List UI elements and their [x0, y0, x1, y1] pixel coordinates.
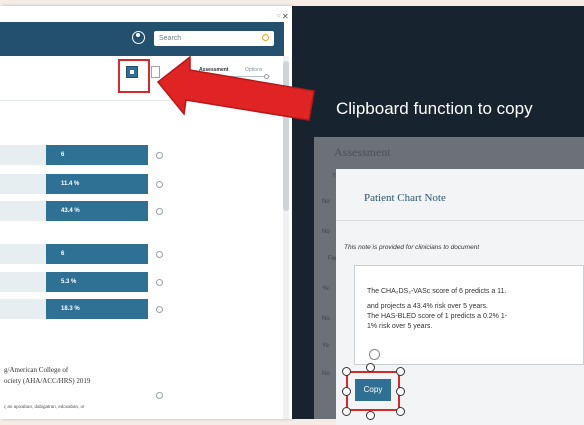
document-icon[interactable]	[151, 66, 160, 78]
note-line: The HAS-BLED score of 1 predicts a 0.2% …	[367, 313, 508, 320]
modal-title: Patient Chart Note	[364, 192, 446, 204]
headline: Clipboard function to copy	[336, 99, 533, 118]
tab-step-dot[interactable]	[196, 74, 201, 79]
selection-handle[interactable]	[396, 367, 405, 376]
info-icon[interactable]	[156, 181, 163, 188]
guideline-line: ociety (AHA/ACC/HRS) 2019	[4, 377, 91, 385]
note-textarea[interactable]: The CHA₂DS₂-VASc score of 6 predicts a 1…	[354, 265, 584, 365]
info-icon[interactable]	[156, 208, 163, 215]
search-placeholder: Search	[159, 35, 182, 42]
score-value: 18.3 %	[46, 299, 148, 319]
selection-handle[interactable]	[396, 387, 405, 396]
modal-intro: This note is provided for clinicians to …	[344, 244, 480, 251]
copy-highlight-box	[346, 371, 400, 411]
search-icon[interactable]	[262, 34, 269, 41]
selection-handle[interactable]	[396, 407, 405, 416]
score-value: 11.4 %	[46, 174, 148, 194]
tab-step-dot[interactable]	[264, 74, 269, 79]
tab-options[interactable]: Options	[245, 67, 262, 73]
app-header: Search	[0, 22, 284, 56]
info-icon[interactable]	[156, 392, 163, 399]
info-icon[interactable]	[156, 251, 163, 258]
highlight-box	[118, 59, 150, 93]
chart-note-modal: Patient Chart Note This note is provided…	[336, 169, 584, 425]
close-icon[interactable]: ✕	[282, 12, 289, 21]
score-row-label	[0, 174, 46, 194]
note-line: and projects a 43.4% risk over 5 years.	[367, 303, 489, 310]
divider	[0, 100, 283, 101]
search-input[interactable]: Search	[154, 31, 274, 46]
background-label: No	[322, 371, 330, 377]
screenshot: ○ ✕ Search Assessment Options 6 11.4 % 4…	[0, 0, 584, 425]
score-row-label	[0, 244, 46, 264]
note-line: 1% risk over 5 years.	[367, 323, 433, 330]
info-icon[interactable]	[156, 152, 163, 159]
note-content: The CHA₂DS₂-VASc score of 6 predicts a 1…	[367, 287, 507, 332]
pin-icon[interactable]: ○	[277, 13, 281, 19]
right-panel: Clipboard function to copy Assessment Ye…	[292, 6, 584, 425]
info-icon[interactable]	[156, 279, 163, 286]
background-labels: Yea No No Fema Ye No Ye No	[314, 171, 343, 419]
selection-handle[interactable]	[342, 407, 351, 416]
guideline-fine-print: ς an apixaban, dabigatran, edoxaban, or	[4, 404, 85, 409]
background-label: Ye	[322, 343, 329, 349]
left-panel: ○ ✕ Search Assessment Options 6 11.4 % 4…	[0, 6, 292, 419]
scrollbar[interactable]	[283, 56, 289, 419]
background-title: Assessment	[334, 145, 391, 159]
background-label: No	[322, 199, 330, 205]
score-row-label	[0, 272, 46, 292]
user-icon[interactable]	[132, 31, 145, 44]
rotate-handle[interactable]	[369, 349, 380, 360]
selection-handle[interactable]	[366, 363, 375, 372]
info-icon[interactable]	[156, 306, 163, 313]
divider	[336, 220, 584, 221]
background-label: No	[322, 316, 330, 322]
score-value: 43.4 %	[46, 201, 148, 221]
selection-handle[interactable]	[342, 387, 351, 396]
background-label: No	[322, 229, 330, 235]
score-row-label	[0, 201, 46, 221]
guideline-text: g/American College of ociety (AHA/ACC/HR…	[4, 365, 154, 387]
score-row-label	[0, 299, 46, 319]
background-label: Ye	[322, 286, 329, 292]
tab-progress-line	[196, 76, 270, 77]
note-line: The CHA₂DS₂-VASc score of 6 predicts a 1…	[367, 288, 507, 295]
guideline-line: g/American College of	[4, 366, 69, 374]
scrollbar-thumb[interactable]	[283, 61, 289, 211]
tab-assessment[interactable]: Assessment	[199, 67, 228, 73]
selection-handle[interactable]	[342, 367, 351, 376]
score-value: 6	[46, 145, 148, 165]
score-value: 6	[46, 244, 148, 264]
score-value: 5.3 %	[46, 272, 148, 292]
score-row-label	[0, 145, 46, 165]
